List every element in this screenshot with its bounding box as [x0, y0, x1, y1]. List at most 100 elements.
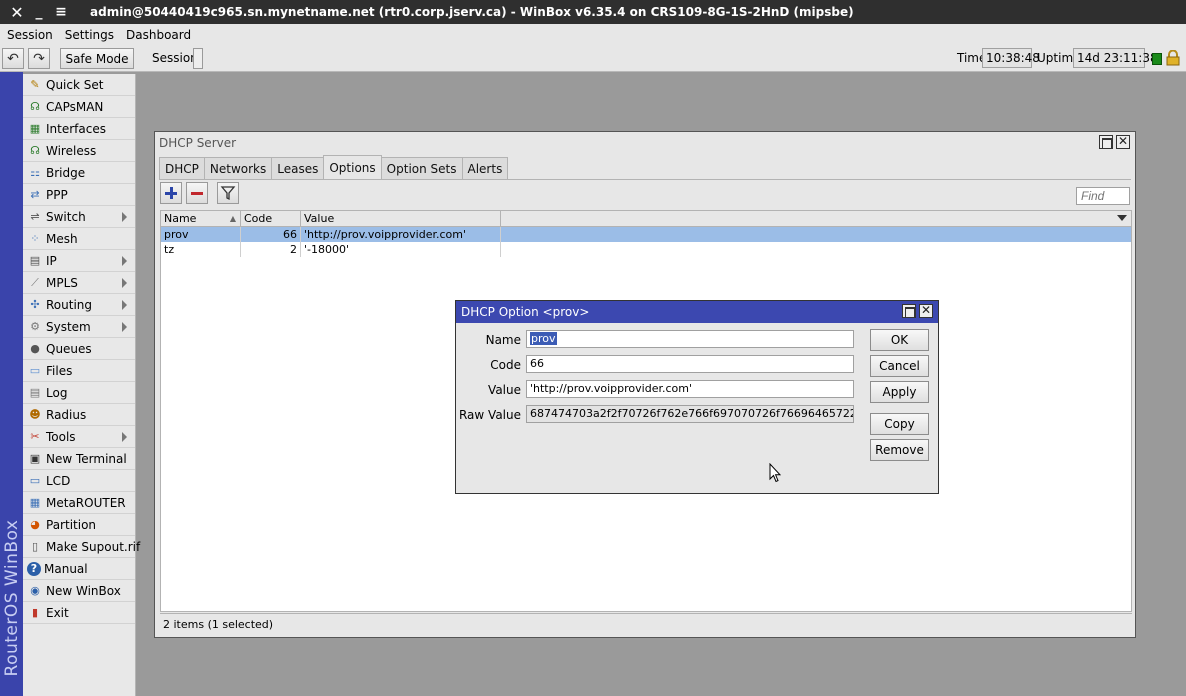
sidebar-item-metarouter[interactable]: ▦ MetaROUTER — [23, 492, 135, 514]
sidebar-item-label: MetaROUTER — [46, 495, 126, 510]
copy-button[interactable]: Copy — [870, 413, 929, 435]
column-name[interactable]: Name ▲ — [161, 211, 241, 227]
redo-icon[interactable]: ↷ — [28, 48, 50, 69]
tab-leases[interactable]: Leases — [271, 157, 325, 179]
columns-dropdown-icon[interactable] — [1117, 215, 1127, 221]
sidebar-item-system[interactable]: ⚙ System — [23, 316, 135, 338]
tab-dhcp[interactable]: DHCP — [159, 157, 205, 179]
maximize-icon[interactable] — [1099, 135, 1113, 149]
sidebar-item-ppp[interactable]: ⇄ PPP — [23, 184, 135, 206]
sidebar-item-new-terminal[interactable]: ▣ New Terminal — [23, 448, 135, 470]
cell-value: '-18000' — [301, 242, 501, 257]
menu-dashboard[interactable]: Dashboard — [120, 28, 197, 42]
sidebar-item-interfaces[interactable]: ▦ Interfaces — [23, 118, 135, 140]
sidebar-item-new-winbox[interactable]: ◉ New WinBox — [23, 580, 135, 602]
sidebar-item-label: Partition — [46, 517, 97, 532]
raw-value-field: 687474703a2f2f70726f762e766f697070726f76… — [526, 405, 854, 423]
tab-networks[interactable]: Networks — [203, 157, 273, 179]
name-label: Name — [485, 333, 521, 347]
sidebar-item-log[interactable]: ▤ Log — [23, 382, 135, 404]
table-row[interactable]: prov 66'http://prov.voipprovider.com' — [161, 227, 1131, 242]
sidebar-item-label: PPP — [46, 187, 68, 202]
undo-icon[interactable]: ↶ — [2, 48, 24, 69]
sidebar-item-wireless[interactable]: ☊ Wireless — [23, 140, 135, 162]
sidebar-item-bridge[interactable]: ⚏ Bridge — [23, 162, 135, 184]
sidebar-item-ip[interactable]: ▤ IP — [23, 250, 135, 272]
sidebar-item-label: Mesh — [46, 231, 78, 246]
tab-alerts[interactable]: Alerts — [461, 157, 509, 179]
status-led-icon — [1152, 53, 1162, 65]
tab-options[interactable]: Options — [323, 155, 382, 179]
menu-icon[interactable]: ≡ — [50, 0, 72, 24]
mouse-cursor-icon — [769, 463, 781, 483]
cell-name: prov — [161, 227, 241, 242]
filter-icon[interactable] — [217, 182, 239, 204]
add-icon[interactable] — [160, 182, 182, 204]
time-value: 10:38:48 — [982, 48, 1040, 68]
mpls-icon: ⟋ — [31, 275, 39, 289]
radius-icon: ☻ — [29, 408, 41, 421]
code-field[interactable]: 66 — [526, 355, 854, 373]
sidebar-item-partition[interactable]: ◕ Partition — [23, 514, 135, 536]
sidebar-item-tools[interactable]: ✂ Tools — [23, 426, 135, 448]
sidebar-item-label: System — [46, 319, 91, 334]
sidebar-item-capsman[interactable]: ☊ CAPsMAN — [23, 96, 135, 118]
sidebar-item-exit[interactable]: ▮ Exit — [23, 602, 135, 624]
apply-button[interactable]: Apply — [870, 381, 929, 403]
session-label: Session — [152, 51, 198, 65]
dialog-close-icon[interactable]: ✕ — [919, 303, 933, 318]
column-value[interactable]: Value — [301, 211, 501, 227]
sidebar-item-files[interactable]: ▭ Files — [23, 360, 135, 382]
sidebar-item-quick-set[interactable]: ✎ Quick Set — [23, 74, 135, 96]
remove-icon[interactable] — [186, 182, 208, 204]
toolbar: ↶ ↷ Safe Mode Session Time 10:38:48 Upti… — [0, 45, 1186, 72]
title-bar: ✕ _ ≡ admin@50440419c965.sn.mynetname.ne… — [0, 0, 1186, 24]
sidebar-item-radius[interactable]: ☻ Radius — [23, 404, 135, 426]
name-field[interactable]: prov — [526, 330, 854, 348]
tab-option-sets[interactable]: Option Sets — [380, 157, 463, 179]
safe-mode-button[interactable]: Safe Mode — [60, 48, 134, 69]
sidebar-item-mesh[interactable]: ⁘ Mesh — [23, 228, 135, 250]
cancel-button[interactable]: Cancel — [870, 355, 929, 377]
close-window-icon[interactable]: ✕ — [1116, 134, 1130, 149]
interfaces-icon: ▦ — [29, 122, 41, 135]
sidebar-item-label: Files — [46, 363, 73, 378]
sidebar-item-routing[interactable]: ✣ Routing — [23, 294, 135, 316]
queues-icon: ● — [30, 342, 40, 355]
exit-icon: ▮ — [31, 606, 39, 619]
sidebar-item-queues[interactable]: ● Queues — [23, 338, 135, 360]
ok-button[interactable]: OK — [870, 329, 929, 351]
minimize-icon[interactable]: _ — [28, 0, 50, 24]
value-field[interactable]: 'http://prov.voipprovider.com' — [526, 380, 854, 398]
submenu-arrow-icon — [122, 322, 127, 332]
cell-value: 'http://prov.voipprovider.com' — [301, 227, 501, 242]
menu-session[interactable]: Session — [0, 28, 59, 42]
column-code[interactable]: Code — [241, 211, 301, 227]
ppp-icon: ⇄ — [30, 188, 40, 201]
window-title: admin@50440419c965.sn.mynetname.net (rtr… — [90, 5, 854, 19]
dhcp-option-dialog: DHCP Option <prov> ✕ Name prov Code 66 V… — [455, 300, 939, 494]
dialog-maximize-icon[interactable] — [902, 304, 916, 318]
uptime-value: 14d 23:11:38 — [1073, 48, 1158, 68]
terminal-icon: ▣ — [29, 452, 41, 465]
sidebar-item-mpls[interactable]: ⟋ MPLS — [23, 272, 135, 294]
remove-button[interactable]: Remove — [870, 439, 929, 461]
sidebar-item-label: Manual — [44, 561, 88, 576]
sidebar-item-make-supout-rif[interactable]: ▯ Make Supout.rif — [23, 536, 140, 558]
find-input[interactable] — [1076, 187, 1130, 205]
menu-settings[interactable]: Settings — [59, 28, 120, 42]
bridge-icon: ⚏ — [30, 166, 40, 179]
sidebar-item-label: Quick Set — [46, 77, 104, 92]
table-row[interactable]: tz 2 '-18000' — [161, 242, 1131, 257]
sidebar-item-manual[interactable]: ? Manual — [23, 558, 135, 580]
sidebar-item-label: Tools — [46, 429, 76, 444]
quick-set-icon: ✎ — [30, 78, 40, 91]
value-label: Value — [488, 383, 521, 397]
sidebar-item-lcd[interactable]: ▭ LCD — [23, 470, 135, 492]
sidebar-item-switch[interactable]: ⇌ Switch — [23, 206, 135, 228]
sidebar-item-label: Routing — [46, 297, 93, 312]
sidebar-item-label: Make Supout.rif — [46, 539, 141, 554]
sidebar-item-label: Wireless — [46, 143, 97, 158]
sidebar-item-label: Bridge — [46, 165, 86, 180]
close-icon[interactable]: ✕ — [6, 0, 28, 24]
